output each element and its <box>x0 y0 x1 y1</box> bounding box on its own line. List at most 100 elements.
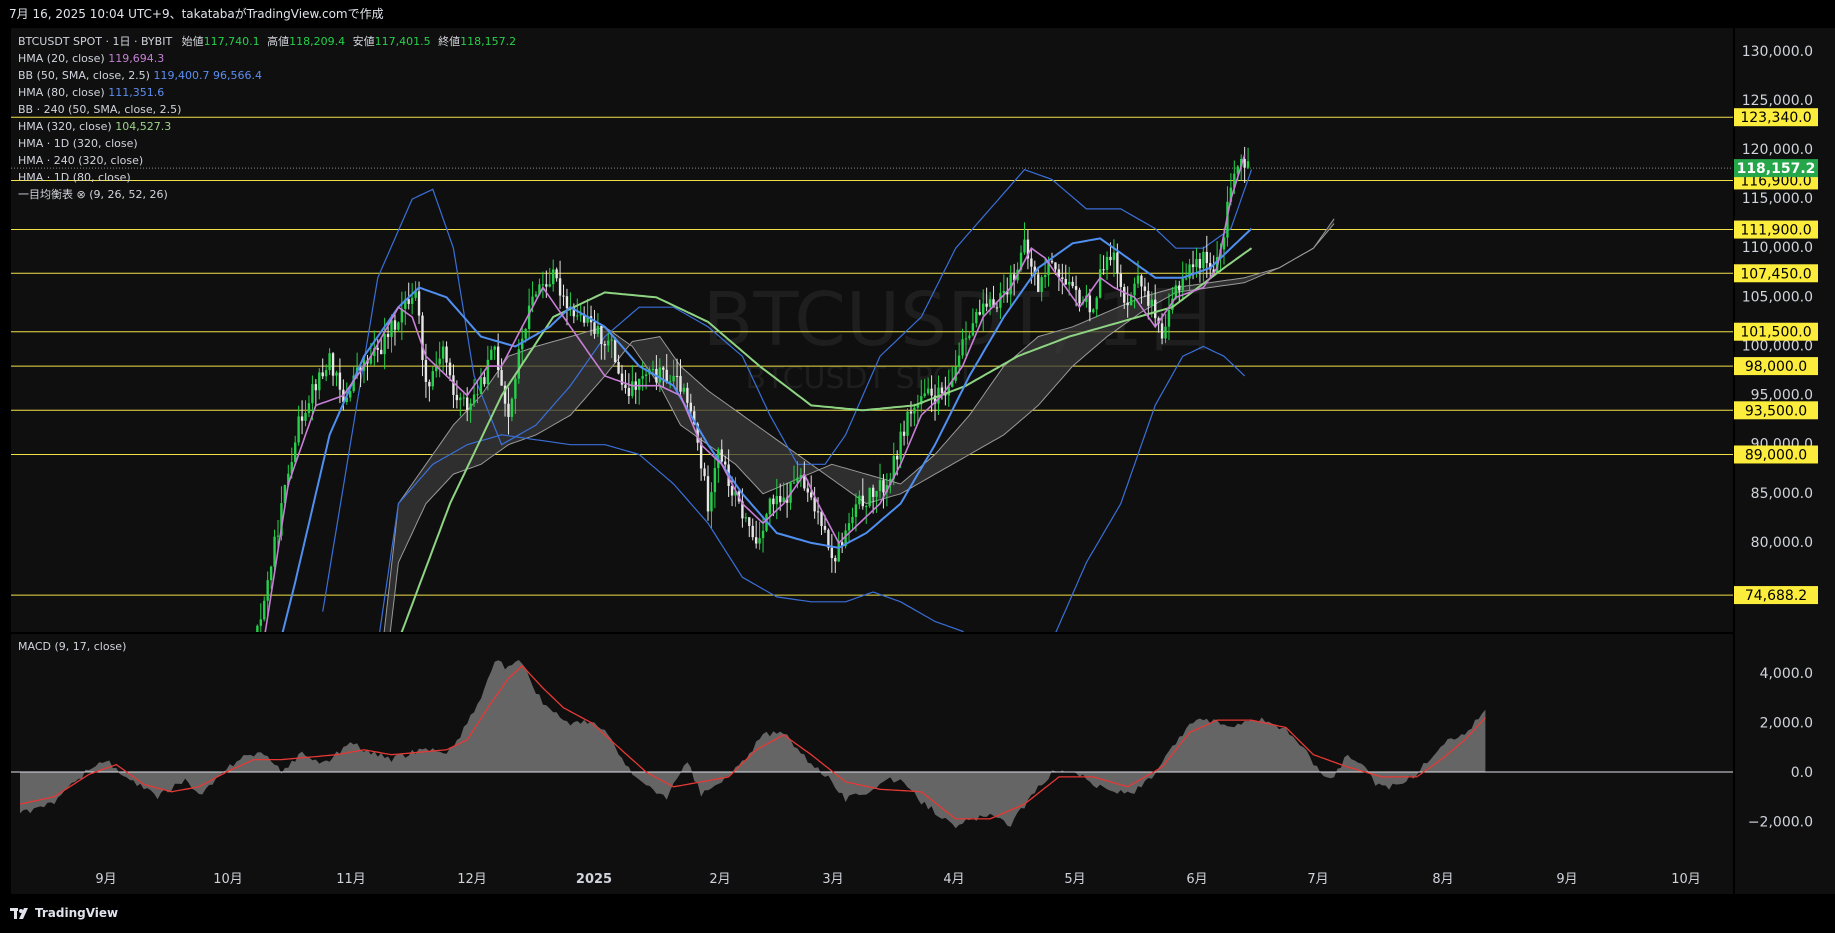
candle-body <box>1123 286 1126 303</box>
candle-body <box>46 756 48 761</box>
candle-body <box>459 397 462 401</box>
price-tick-label-1: 85,000.0 <box>1751 486 1813 502</box>
candle-body <box>1178 285 1181 291</box>
candle-body <box>60 755 62 760</box>
candle-body <box>593 322 596 334</box>
candle-body <box>29 760 31 764</box>
candle-body <box>143 717 145 720</box>
candle-body <box>441 346 445 359</box>
candle-body <box>201 730 203 740</box>
candle-body <box>1133 283 1136 296</box>
candle-body <box>751 525 754 538</box>
candle-body <box>39 756 41 759</box>
candle-body <box>43 759 45 762</box>
legend-hma240-320-label: HMA · 240 (320, close) <box>18 154 144 167</box>
candle-body <box>576 315 579 317</box>
legend-bb50-label: BB (50, SMA, close, 2.5) <box>18 69 150 82</box>
candle-body <box>871 487 875 497</box>
legend-bb240[interactable]: BB · 240 (50, SMA, close, 2.5) <box>18 101 516 118</box>
candle-body <box>816 511 820 513</box>
candle-body <box>1136 275 1140 284</box>
candle-body <box>187 726 189 727</box>
candle-body <box>462 397 465 399</box>
legend-bb50[interactable]: BB (50, SMA, close, 2.5) 119,400.7 96,56… <box>18 67 516 84</box>
candle-body <box>1167 309 1171 327</box>
candle-body <box>744 517 748 519</box>
legend-hma20[interactable]: HMA (20, close) 119,694.3 <box>18 50 516 67</box>
candle-body <box>878 480 882 491</box>
candle-body <box>53 753 55 763</box>
candle-body <box>311 384 314 404</box>
candle-body <box>1043 275 1047 278</box>
candle-body <box>651 368 655 370</box>
candle-body <box>242 667 244 678</box>
macd-tick-label-0: 4,000.0 <box>1760 666 1813 682</box>
candle-body <box>858 495 861 505</box>
candle-body <box>1164 326 1167 339</box>
candle-body <box>1191 264 1195 268</box>
macd-tick-label-2: 0.0 <box>1791 765 1813 781</box>
candle-body <box>603 344 606 346</box>
candle-body <box>596 325 600 334</box>
price-tick-label-8: 120,000.0 <box>1742 142 1813 158</box>
candle-body <box>975 312 978 324</box>
legend-symbol: BTCUSDT SPOT · 1日 · BYBIT <box>18 35 173 48</box>
time-tick-label-7: 4月 <box>943 872 964 887</box>
price-tick-label-7: 115,000.0 <box>1742 191 1813 207</box>
candle-body <box>1068 281 1071 285</box>
candle-body <box>906 411 909 436</box>
candle-body <box>779 496 782 503</box>
candle-body <box>930 388 933 396</box>
legend-symbol-row[interactable]: BTCUSDT SPOT · 1日 · BYBIT 始値117,740.1 高値… <box>18 33 516 50</box>
candle-body <box>259 619 262 626</box>
candle-body <box>1140 275 1143 287</box>
legend-ohlc-low: 117,401.5 <box>374 35 431 48</box>
candle-body <box>524 328 527 339</box>
candle-body <box>125 716 127 725</box>
candle-body <box>1195 259 1198 268</box>
candle-body <box>665 369 668 382</box>
level-tag-0: 123,340.0 <box>1740 110 1811 126</box>
legend-hma320[interactable]: HMA (320, close) 104,527.3 <box>18 118 516 135</box>
time-tick-label-1: 10月 <box>213 872 243 887</box>
candle-body <box>1074 286 1078 290</box>
candle-body <box>837 542 840 562</box>
candle-body <box>64 755 66 759</box>
candle-body <box>851 516 854 524</box>
candle-body <box>74 744 76 746</box>
candle-body <box>81 734 83 746</box>
candle-body <box>493 346 496 350</box>
candle-body <box>445 346 448 363</box>
indicator-legend: BTCUSDT SPOT · 1日 · BYBIT 始値117,740.1 高値… <box>18 33 516 203</box>
candle-body <box>448 362 452 376</box>
legend-hma80[interactable]: HMA (80, close) 111,351.6 <box>18 84 516 101</box>
time-tick-label-4: 2025 <box>576 872 612 887</box>
candle-body <box>98 732 100 733</box>
candle-body <box>768 498 772 515</box>
legend-hma240-320[interactable]: HMA · 240 (320, close) <box>18 152 516 169</box>
candle-body <box>607 340 610 346</box>
candle-body <box>1116 252 1119 274</box>
candle-body <box>923 393 926 397</box>
candle-body <box>180 722 182 734</box>
legend-hma1d320[interactable]: HMA · 1D (320, close) <box>18 135 516 152</box>
candle-body <box>1243 158 1246 168</box>
candle-body <box>1147 290 1150 306</box>
candle-body <box>600 325 603 345</box>
candle-body <box>772 498 775 505</box>
candle-body <box>899 431 902 460</box>
tradingview-brand[interactable]: TradingView <box>10 906 118 920</box>
candle-body <box>1002 290 1006 293</box>
macd-legend[interactable]: MACD (9, 17, close) <box>18 640 126 653</box>
candle-body <box>1126 302 1129 306</box>
candle-body <box>236 686 238 698</box>
legend-ichimoku[interactable]: 一目均衡表 ⊗ (9, 26, 52, 26) <box>18 186 516 203</box>
candle-body <box>957 355 961 367</box>
tradingview-logo-icon <box>10 908 28 919</box>
legend-hma1d80[interactable]: HMA · 1D (80, close) <box>18 169 516 186</box>
candle-body <box>617 361 620 374</box>
candle-body <box>517 349 520 379</box>
candle-body <box>225 704 227 716</box>
candle-body <box>380 349 383 355</box>
candle-body <box>971 323 975 336</box>
